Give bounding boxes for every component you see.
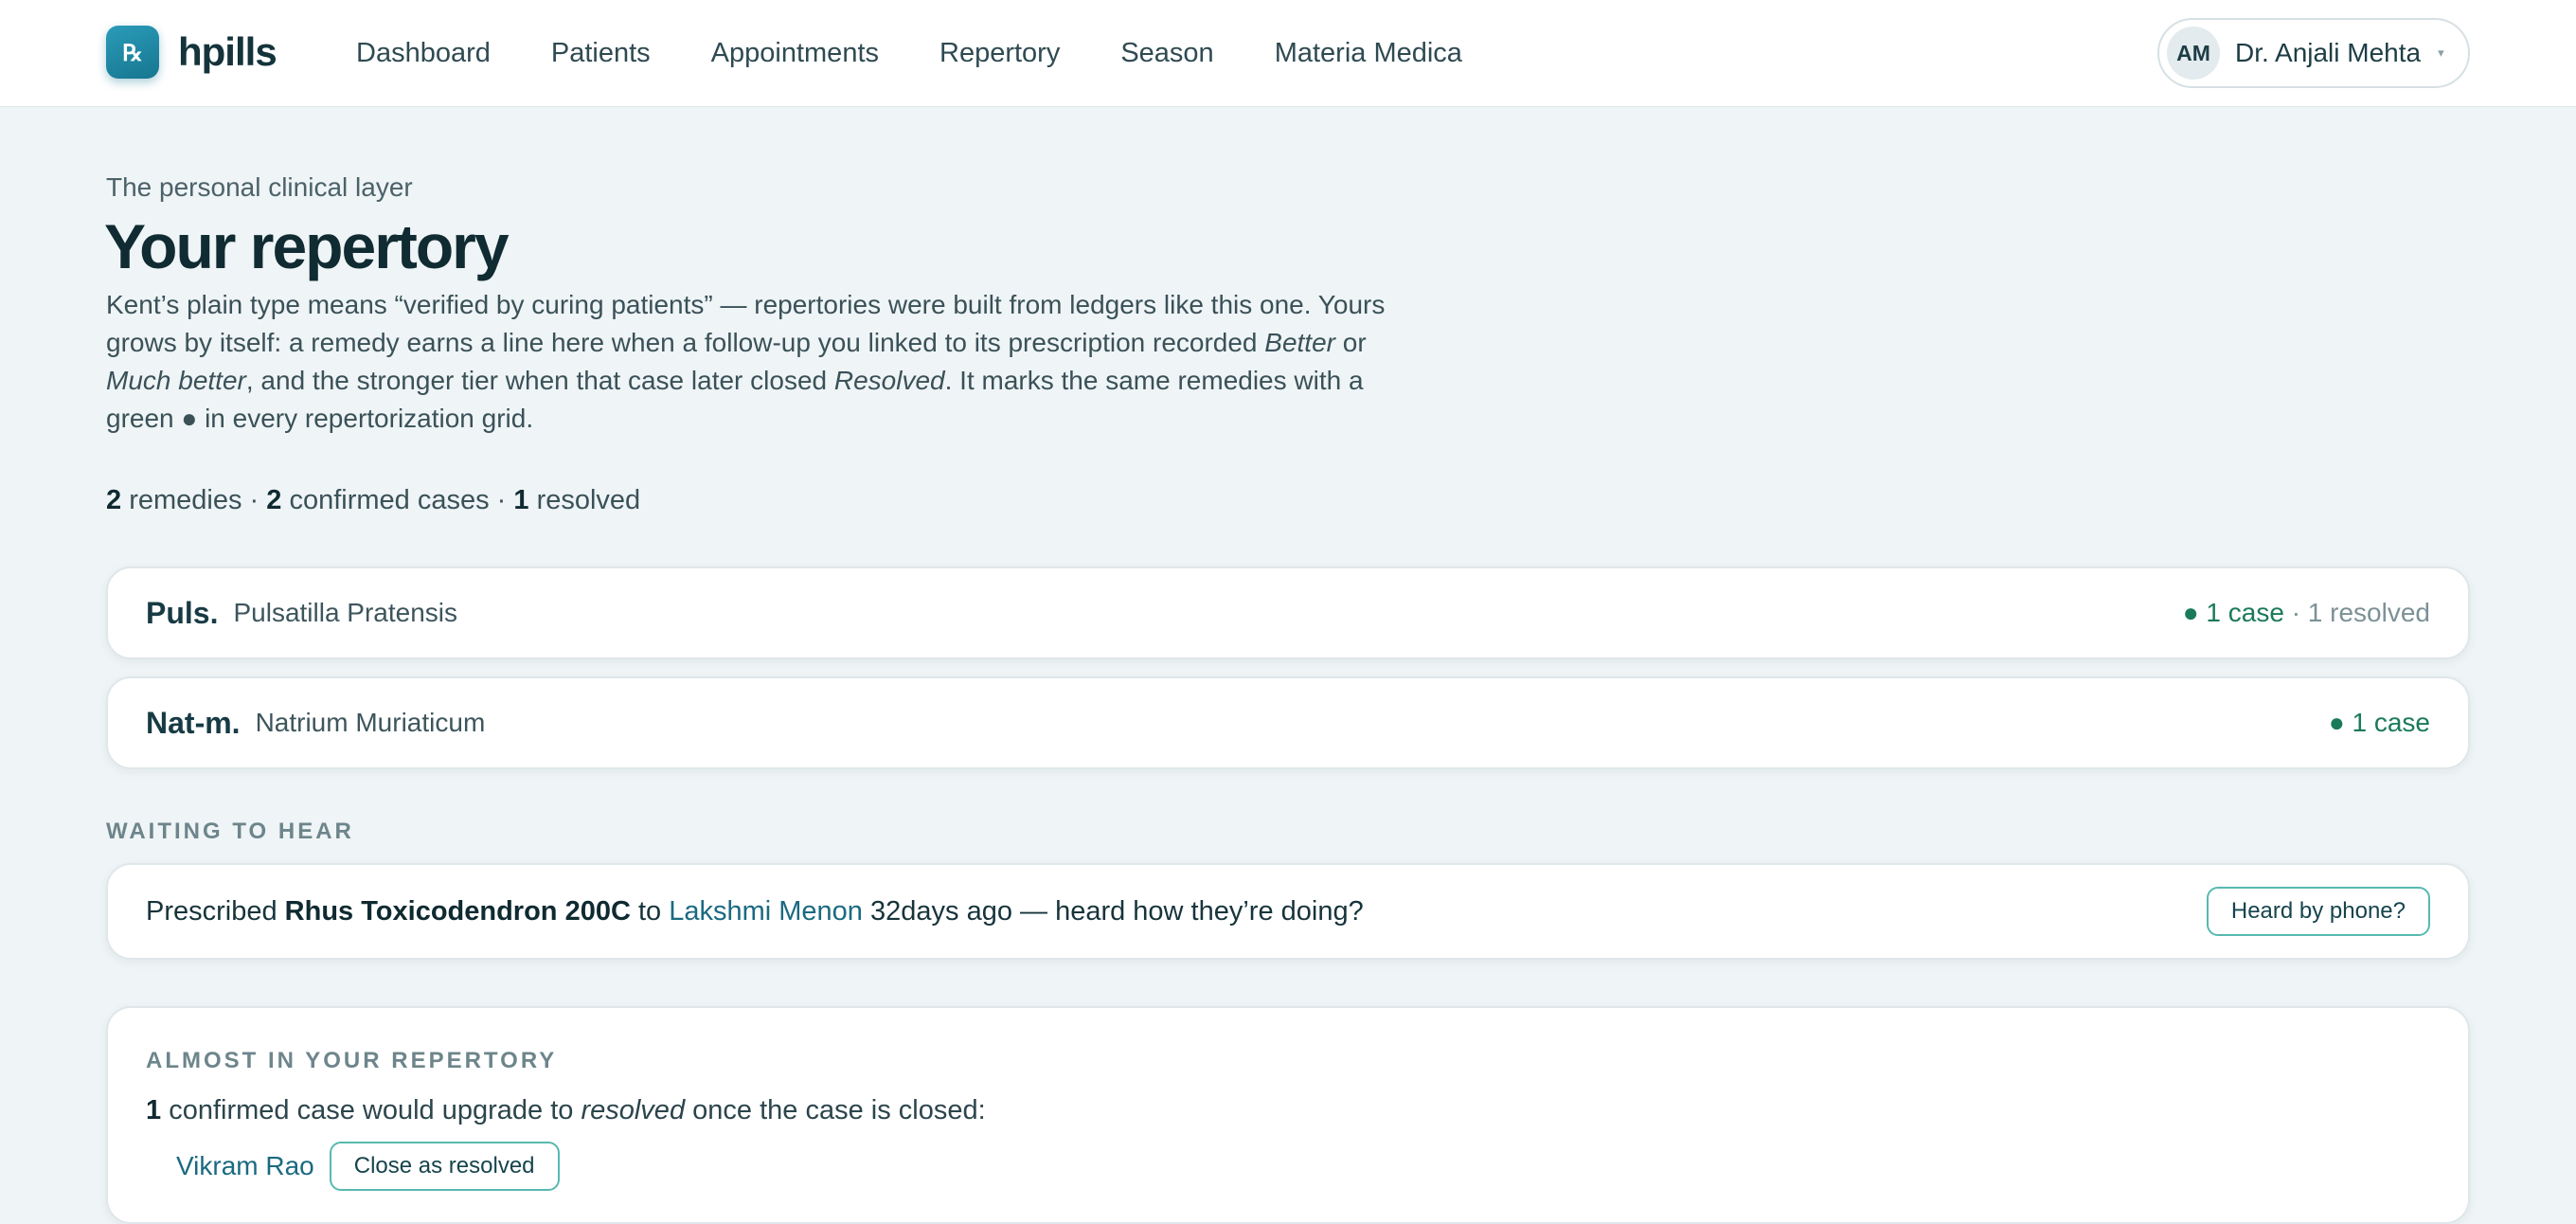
confirmed-cases: ● 1 case: [2328, 708, 2430, 737]
patient-link[interactable]: Vikram Rao: [176, 1151, 314, 1181]
user-menu-button[interactable]: AM Dr. Anjali Mehta ▾: [2157, 18, 2470, 88]
almost-in-repertory-card: ALMOST IN YOUR REPERTORY 1 confirmed cas…: [106, 1006, 2470, 1224]
remedy-card-nat-m[interactable]: Nat-m. Natrium Muriaticum ● 1 case: [106, 676, 2470, 769]
close-as-resolved-button[interactable]: Close as resolved: [329, 1142, 560, 1191]
intro-text-part: , and the stronger tier when that case l…: [245, 366, 834, 395]
remedies-count: 2: [106, 485, 122, 515]
intro-emphasis-resolved: Resolved: [833, 366, 945, 395]
resolved-cases: · 1 resolved: [2283, 598, 2430, 627]
brand[interactable]: ℞ hpills: [106, 26, 277, 79]
waiting-to: to: [630, 895, 670, 927]
intro-text-part: or: [1334, 328, 1367, 357]
almost-section-label: ALMOST IN YOUR REPERTORY: [146, 1048, 558, 1073]
remedy-card-puls[interactable]: Puls. Pulsatilla Pratensis ● 1 case · 1 …: [106, 567, 2470, 659]
page-title: Your repertory: [104, 211, 510, 281]
chevron-down-icon: ▾: [2438, 45, 2444, 60]
top-navigation-bar: ℞ hpills Dashboard Patients Appointments…: [0, 0, 2576, 107]
prescribed-remedy: Rhus Toxicodendron 200C: [284, 895, 631, 927]
intro-paragraph: Kent’s plain type means “verified by cur…: [106, 286, 1413, 438]
almost-emphasis: resolved: [581, 1095, 686, 1125]
confirmed-label: confirmed cases ·: [281, 485, 514, 515]
remedy-full-name: Natrium Muriaticum: [255, 708, 486, 737]
remedy-abbreviation: Puls.: [146, 595, 219, 630]
almost-description: 1 confirmed case would upgrade to resolv…: [146, 1095, 2430, 1126]
waiting-suffix: 32days ago — heard how they’re doing?: [862, 895, 1364, 927]
repertory-stats: 2 remedies · 2 confirmed cases · 1 resol…: [106, 485, 640, 516]
waiting-followup-text: Prescribed Rhus Toxicodendron 200C to La…: [146, 896, 1364, 927]
remedy-full-name: Pulsatilla Pratensis: [233, 598, 458, 627]
page-eyebrow: The personal clinical layer: [106, 172, 413, 202]
resolved-label: resolved: [528, 485, 641, 515]
almost-text-part: once the case is closed:: [685, 1095, 986, 1125]
remedy-case-count: ● 1 case: [2329, 708, 2430, 738]
resolved-count: 1: [513, 485, 529, 515]
nav-item-appointments[interactable]: Appointments: [711, 38, 879, 69]
user-name: Dr. Anjali Mehta: [2235, 38, 2422, 67]
nav-item-dashboard[interactable]: Dashboard: [356, 38, 491, 69]
patient-link[interactable]: Lakshmi Menon: [669, 896, 863, 927]
nav-item-patients[interactable]: Patients: [551, 38, 651, 69]
intro-emphasis-much-better: Much better: [106, 366, 246, 395]
remedy-abbreviation: Nat-m.: [146, 705, 241, 740]
waiting-prefix: Prescribed: [146, 895, 285, 927]
nav-item-materia-medica[interactable]: Materia Medica: [1275, 38, 1462, 69]
heard-by-phone-button[interactable]: Heard by phone?: [2206, 887, 2430, 936]
waiting-followup-card: Prescribed Rhus Toxicodendron 200C to La…: [106, 863, 2470, 960]
almost-case-row: Vikram Rao Close as resolved: [146, 1142, 2430, 1191]
rx-logo-icon: ℞: [106, 26, 159, 79]
nav-item-season[interactable]: Season: [1120, 38, 1213, 69]
brand-name: hpills: [178, 29, 277, 74]
almost-count: 1: [146, 1095, 162, 1125]
confirmed-count: 2: [266, 485, 282, 515]
remedies-label: remedies ·: [121, 485, 267, 515]
intro-text-part: Kent’s plain type means “verified by cur…: [106, 290, 1386, 357]
avatar: AM: [2167, 27, 2220, 80]
main-nav: Dashboard Patients Appointments Repertor…: [356, 0, 1523, 107]
remedy-case-count: ● 1 case · 1 resolved: [2183, 598, 2430, 628]
nav-item-repertory[interactable]: Repertory: [939, 38, 1060, 69]
waiting-section-label: WAITING TO HEAR: [106, 819, 354, 844]
intro-emphasis-better: Better: [1264, 328, 1335, 357]
almost-text-part: confirmed case would upgrade to: [161, 1095, 581, 1125]
confirmed-cases: ● 1 case: [2182, 598, 2284, 627]
